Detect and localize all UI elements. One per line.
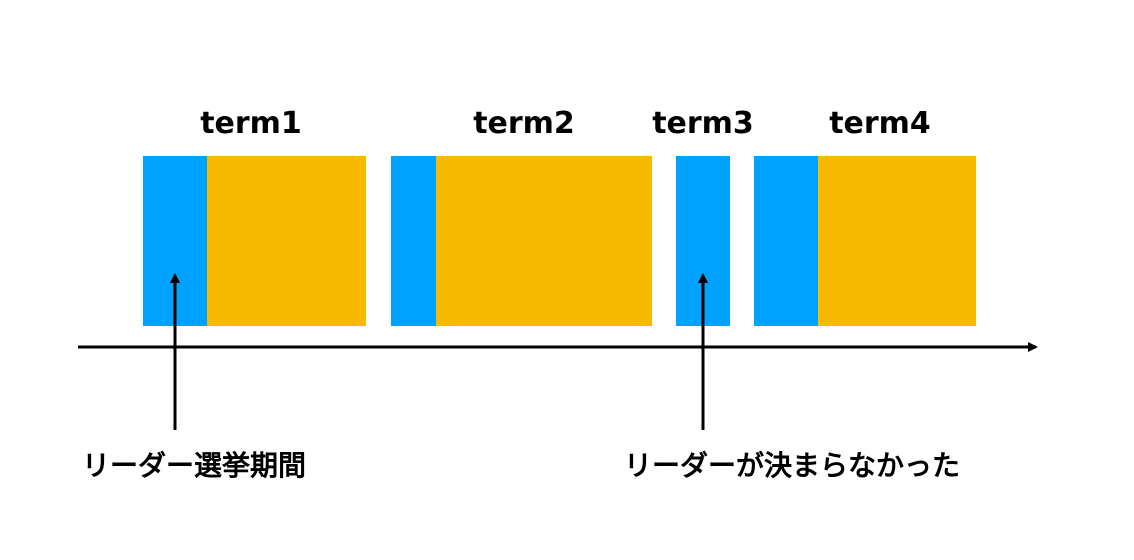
- term2-election-block: [391, 156, 436, 326]
- no-leader-annotation: リーダーが決まらなかった: [624, 449, 961, 482]
- term1-leader-block: [207, 156, 366, 326]
- term2-label: term2: [473, 106, 575, 141]
- election-period-annotation: リーダー選挙期間: [82, 449, 307, 482]
- term3-label: term3: [652, 106, 754, 141]
- term4-leader-block: [818, 156, 976, 326]
- term1-label: term1: [200, 106, 302, 141]
- term4-election-block: [754, 156, 818, 326]
- term4-label: term4: [829, 106, 931, 141]
- term2-leader-block: [436, 156, 652, 326]
